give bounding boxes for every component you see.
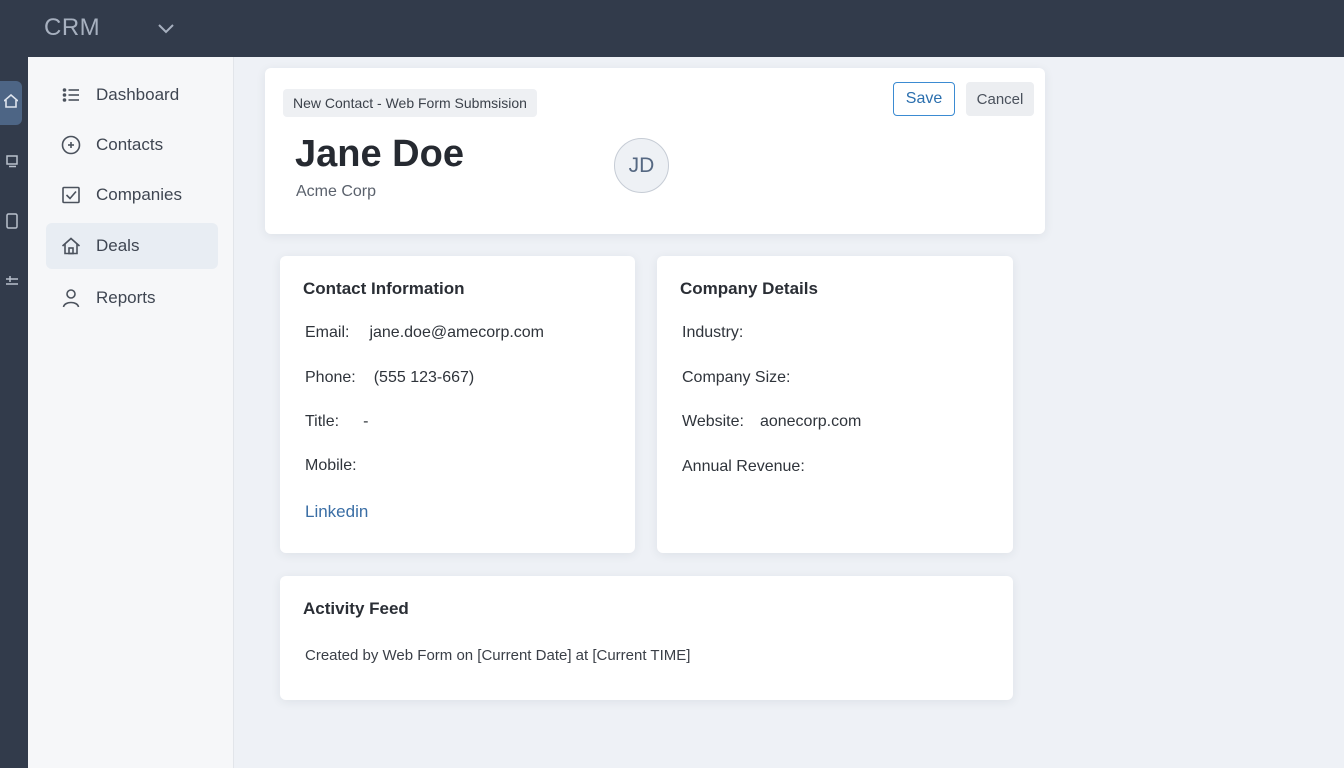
- top-bar: CRM: [0, 0, 1344, 57]
- avatar[interactable]: JD: [614, 138, 669, 193]
- sliders-icon: [6, 274, 18, 293]
- card-title: Contact Information: [303, 279, 465, 298]
- icon-rail: [0, 57, 28, 768]
- sidebar-item-reports[interactable]: Reports: [46, 275, 218, 321]
- email-row: Email: jane.doe@amecorp.com: [305, 324, 544, 342]
- plus-circle-icon: [60, 134, 82, 156]
- activity-entry: Created by Web Form on [Current Date] at…: [305, 647, 691, 664]
- title-label: Title:: [305, 413, 340, 430]
- rail-home-button[interactable]: [0, 81, 22, 125]
- mobile-label: Mobile:: [305, 457, 357, 474]
- sidebar-item-label: Reports: [96, 288, 156, 307]
- company-details-card: Company Details Industry: Company Size: …: [657, 256, 1013, 553]
- phone-row: Phone: (555 123-667): [305, 369, 474, 387]
- linkedin-link[interactable]: Linkedin: [305, 502, 368, 522]
- home-icon: [60, 235, 82, 257]
- sidebar-item-companies[interactable]: Companies: [46, 172, 218, 218]
- contact-header-card: New Contact - Web Form Submsision Jane D…: [265, 68, 1045, 234]
- rail-display-button[interactable]: [0, 141, 22, 185]
- title-value: -: [363, 413, 369, 430]
- contact-company: Acme Corp: [296, 183, 377, 200]
- rail-page-button[interactable]: [0, 201, 22, 245]
- contact-name: Jane Doe: [295, 133, 464, 175]
- title-row: Title: -: [305, 413, 368, 431]
- industry-label: Industry:: [682, 324, 744, 341]
- website-value[interactable]: aonecorp.com: [760, 413, 861, 430]
- chevron-down-icon[interactable]: [156, 18, 176, 38]
- page-icon: [6, 212, 18, 234]
- monitor-icon: [6, 154, 18, 173]
- mobile-row: Mobile:: [305, 457, 371, 475]
- sidebar: Dashboard Contacts Companies Deals Repor…: [28, 57, 234, 768]
- user-icon: [60, 287, 82, 309]
- home-icon: [3, 93, 19, 113]
- activity-feed-card: Activity Feed Created by Web Form on [Cu…: [280, 576, 1013, 700]
- industry-row: Industry:: [682, 324, 757, 342]
- sidebar-item-label: Contacts: [96, 135, 164, 154]
- website-row: Website: aonecorp.com: [682, 413, 861, 431]
- card-title: Company Details: [680, 279, 818, 298]
- sidebar-item-label: Companies: [96, 185, 182, 204]
- phone-value[interactable]: (555 123-667): [374, 369, 475, 386]
- annual-revenue-row: Annual Revenue:: [682, 458, 819, 476]
- company-size-label: Company Size:: [682, 369, 791, 386]
- sidebar-item-contacts[interactable]: Contacts: [46, 122, 218, 168]
- card-title: Activity Feed: [303, 599, 409, 618]
- contact-information-card: Contact Information Email: jane.doe@ameco…: [280, 256, 635, 553]
- checkbox-icon: [60, 184, 82, 206]
- list-icon: [60, 84, 82, 106]
- website-label: Website:: [682, 413, 744, 430]
- phone-label: Phone:: [305, 369, 356, 386]
- save-button[interactable]: Save: [893, 82, 955, 116]
- rail-settings-button[interactable]: [0, 261, 22, 305]
- annual-revenue-label: Annual Revenue:: [682, 458, 805, 475]
- sidebar-item-label: Deals: [96, 236, 140, 255]
- company-size-row: Company Size:: [682, 369, 805, 387]
- sidebar-item-dashboard[interactable]: Dashboard: [46, 72, 218, 118]
- record-source-tag: New Contact - Web Form Submsision: [283, 89, 537, 117]
- sidebar-item-label: Dashboard: [96, 85, 180, 104]
- email-label: Email:: [305, 324, 350, 341]
- sidebar-item-deals[interactable]: Deals: [46, 223, 218, 269]
- email-value[interactable]: jane.doe@amecorp.com: [369, 324, 544, 341]
- app-title: CRM: [44, 14, 101, 41]
- cancel-button[interactable]: Cancel: [966, 82, 1034, 116]
